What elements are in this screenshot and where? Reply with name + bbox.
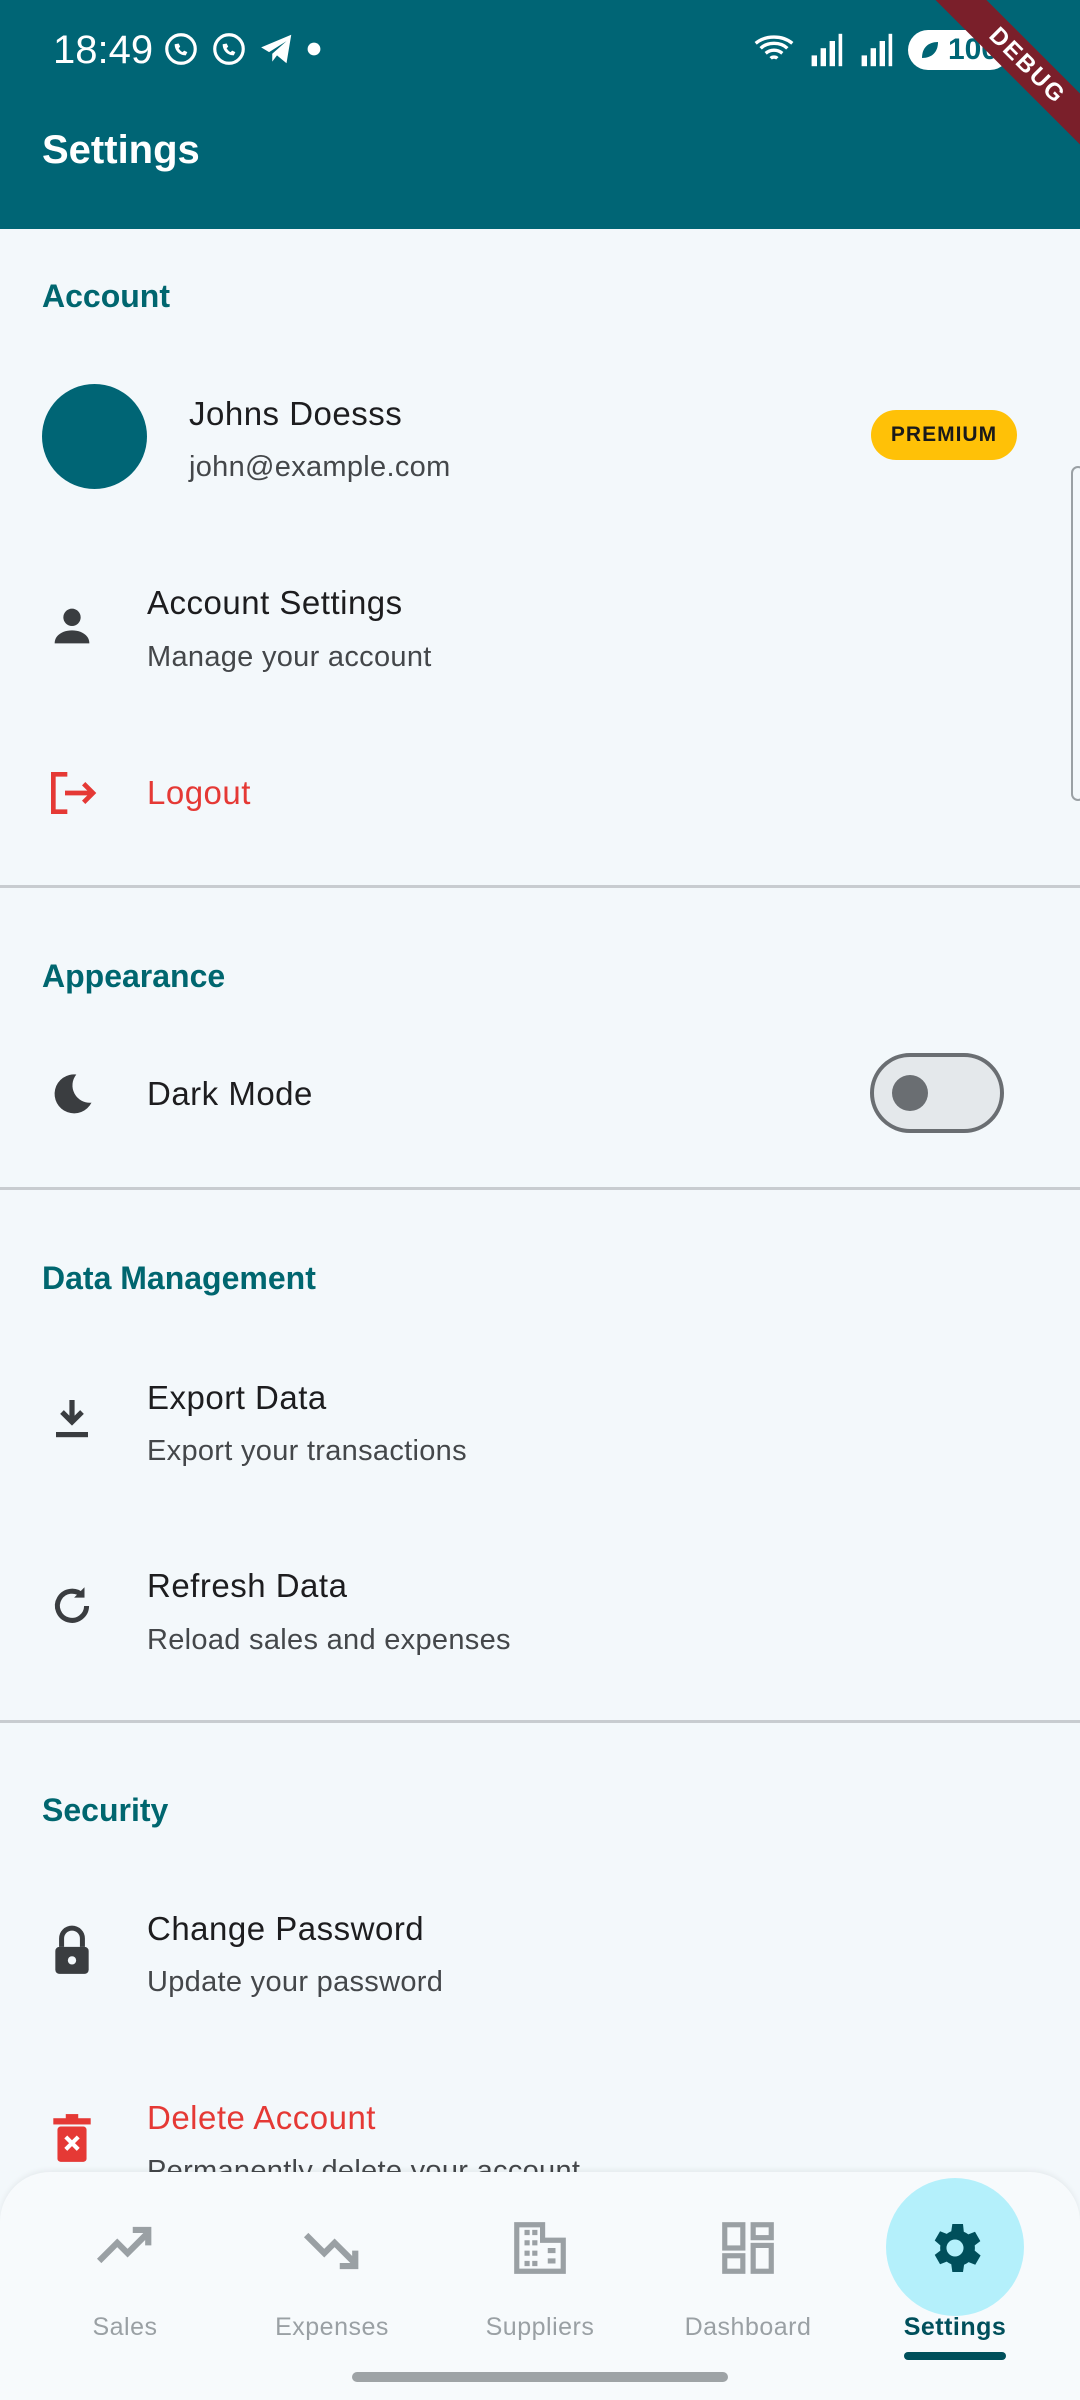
whatsapp-icon [165,33,197,65]
whatsapp-business-icon [213,33,245,65]
dark-mode-label: Dark Mode [147,1075,313,1112]
logout-icon [42,763,102,823]
building-icon [504,2212,576,2284]
divider [0,1720,1080,1723]
logout-label: Logout [147,774,251,811]
section-title-account: Account [42,278,170,314]
divider [0,885,1080,888]
nav-label-sales: Sales [92,2313,158,2341]
gear-icon [919,2212,991,2284]
premium-badge: PREMIUM [871,410,1017,460]
status-time: 18:49 [53,28,154,72]
user-name: Johns Doesss [189,395,403,432]
page-title: Settings [42,128,200,172]
signal-icon [811,33,843,67]
refresh-data-subtitle: Reload sales and expenses [147,1624,511,1656]
home-indicator[interactable] [352,2372,728,2382]
nav-label-suppliers: Suppliers [485,2313,595,2341]
avatar [42,384,147,489]
dashboard-icon [712,2212,784,2284]
section-title-appearance: Appearance [42,958,226,994]
nav-settings[interactable]: Settings [855,2172,1055,2372]
app-header: 18:49 100 DEBUG Settings [0,0,1080,229]
change-password-subtitle: Update your password [147,1966,444,1998]
refresh-data-title: Refresh Data [147,1567,348,1604]
nav-label-settings: Settings [903,2313,1007,2341]
leaf-icon [921,42,938,58]
moon-icon [42,1064,102,1124]
telegram-icon [261,34,292,64]
export-data-title: Export Data [147,1379,327,1416]
signal-icon-2 [861,33,893,67]
nav-label-dashboard: Dashboard [684,2313,812,2341]
account-settings-subtitle: Manage your account [147,641,432,673]
change-password-title: Change Password [147,1910,425,1947]
scrollbar[interactable] [1071,466,1080,801]
account-settings-title: Account Settings [147,584,403,621]
nav-dashboard[interactable]: Dashboard [648,2172,848,2372]
debug-banner: DEBUG [932,0,1080,161]
person-icon [42,596,102,656]
nav-sales[interactable]: Sales [25,2172,225,2372]
delete-account-title: Delete Account [147,2099,376,2136]
download-icon [42,1388,102,1448]
dark-mode-toggle[interactable] [870,1053,1004,1133]
section-title-security: Security [42,1792,169,1828]
dot-icon [307,42,321,56]
nav-expenses[interactable]: Expenses [232,2172,432,2372]
nav-label-expenses: Expenses [275,2313,389,2341]
nav-suppliers[interactable]: Suppliers [440,2172,640,2372]
user-email: john@example.com [189,451,451,483]
wifi-icon [754,35,794,60]
refresh-icon [42,1576,102,1636]
section-title-data: Data Management [42,1260,316,1296]
delete-icon [42,2109,102,2169]
export-data-subtitle: Export your transactions [147,1435,467,1467]
divider [0,1187,1080,1190]
lock-icon [42,1921,102,1981]
bottom-navigation: Sales Expenses Suppliers Dashboard Setti… [0,2172,1080,2400]
trending-up-icon [89,2212,161,2284]
trending-down-icon [296,2212,368,2284]
active-tab-underline [904,2352,1006,2360]
notification-icons [162,30,322,68]
toggle-knob [892,1075,928,1111]
